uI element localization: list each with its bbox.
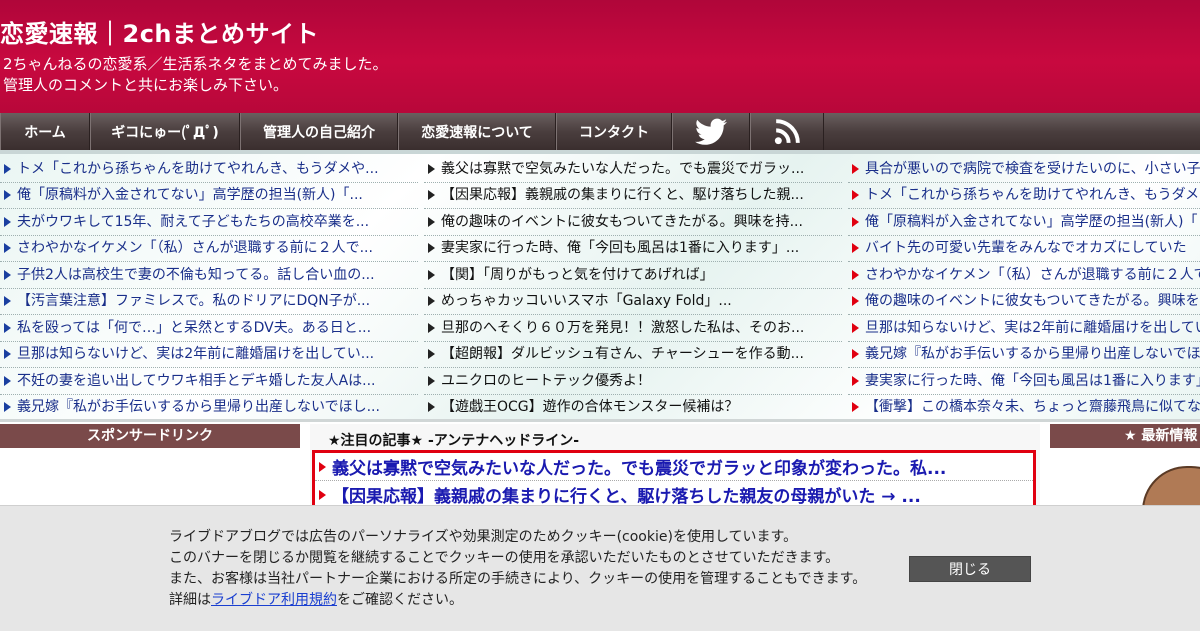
nav-item-home[interactable]: ホーム [0,113,90,150]
arrow-icon [4,322,11,333]
close-button[interactable]: 閉じる [909,556,1031,582]
arrow-icon [852,243,859,254]
arrow-icon [4,216,11,227]
list-item[interactable]: 俺「原稿料が入金されてない」高学歴の担当(新人)「 [848,209,1200,236]
list-item[interactable]: 【衝撃】この橋本奈々未、ちょっと齋藤飛鳥に似てない [848,395,1200,420]
arrow-icon [852,322,859,333]
arrow-icon [428,216,435,227]
nav-item-giko-news[interactable]: ギコにゅー(ﾟДﾟ) [90,113,240,150]
arrow-icon [4,243,11,254]
arrow-icon [4,190,11,201]
list-item[interactable]: 夫がウワキして15年、耐えて子どもたちの高校卒業を... [0,209,418,236]
latest-info-heading: ★ 最新情報 [1050,424,1200,448]
list-item[interactable]: トメ「これから孫ちゃんを助けてやれんき、もうダメや... [0,156,418,183]
arrow-icon [428,296,435,307]
nav-item-rss[interactable] [750,113,824,150]
list-item[interactable]: ユニクロのヒートテック優秀よ！ [424,368,842,395]
list-item[interactable]: 旦那は知らないけど、実は2年前に離婚届けを出してい... [0,342,418,368]
list-item[interactable]: 妻実家に行った時、俺「今回も風呂は1番に入ります」 [848,368,1200,395]
cookie-line-4: 詳細はライブドア利用規約をご確認ください。 [169,592,463,608]
list-item[interactable]: 私を殴っては「何で…」と呆然とするDV夫。ある日と... [0,315,418,342]
list-item[interactable]: 不妊の妻を追い出してウワキ相手とデキ婚した友人Aは... [0,368,418,395]
twitter-icon [695,118,727,145]
nav-item-about-site[interactable]: 恋愛速報について [398,113,556,150]
arrow-icon [4,402,11,413]
arrow-icon [852,296,859,307]
list-item[interactable]: 【超朗報】ダルビッシュ有さん、チャーシューを作る動... [424,342,842,368]
list-item[interactable]: めっちゃカッコいいスマホ「Galaxy Fold」... [424,289,842,315]
arrow-icon [428,269,435,280]
list-item[interactable]: 子供2人は高校生で妻の不倫も知ってる。話し合い血の... [0,262,418,289]
list-item[interactable]: 俺の趣味のイベントに彼女もついてきたがる。興味を持... [424,209,842,236]
list-item[interactable]: 妻実家に行った時、俺「今回も風呂は1番に入ります」... [424,236,842,262]
list-item[interactable]: 【因果応報】義親戚の集まりに行くと、駆け落ちした親... [424,183,842,209]
list-item[interactable]: 旦那のへそくり６０万を発見！！激怒した私は、そのお... [424,315,842,342]
arrow-icon [428,375,435,386]
rss-icon [774,118,800,144]
arrow-icon [852,216,859,227]
antenna-column-1: トメ「これから孫ちゃんを助けてやれんき、もうダメや... 俺「原稿料が入金されて… [0,156,418,420]
site-title[interactable]: 恋愛速報｜2chまとめサイト [0,14,319,49]
arrow-icon [852,349,859,360]
antenna-links: トメ「これから孫ちゃんを助けてやれんき、もうダメや... 俺「原稿料が入金されて… [0,154,1200,422]
featured-item[interactable]: 義父は寡黙で空気みたいな人だった。でも震災でガラッと印象が変わった。私... [315,453,1033,481]
cookie-message: ライブドアブログでは広告のパーソナライズや効果測定のためクッキー(cookie)… [169,527,866,611]
sponsor-links-heading: スポンサードリンク [0,424,300,448]
featured-list: 義父は寡黙で空気みたいな人だった。でも震災でガラッと印象が変わった。私... 【… [312,450,1036,510]
nav-item-about-admin[interactable]: 管理人の自己紹介 [240,113,398,150]
arrow-icon [852,269,859,280]
arrow-icon [4,349,11,360]
nav-item-contact[interactable]: コンタクト [556,113,672,150]
arrow-icon [319,461,326,472]
featured-articles: ★注目の記事★ -アンテナヘッドライン- 義父は寡黙で空気みたいな人だった。でも… [310,424,1040,514]
list-item[interactable]: トメ「これから孫ちゃんを助けてやれんき、もうダメや [848,183,1200,209]
featured-title: ★注目の記事★ -アンテナヘッドライン- [328,433,580,449]
arrow-icon [319,489,326,500]
list-item[interactable]: さわやかなイケメン「（私）さんが退職する前に２人で [848,262,1200,289]
cookie-line-2: このバナーを閉じるか閲覧を継続することでクッキーの使用を承認いただいたものとさせ… [169,550,840,566]
list-item[interactable]: 【遊戯王OCG】遊作の合体モンスター候補は？ [424,395,842,420]
site-description-line-2: 管理人のコメントと共にお楽しみ下さい。 [3,76,289,94]
arrow-icon [428,243,435,254]
list-item[interactable]: 義父は寡黙で空気みたいな人だった。でも震災でガラッ... [424,156,842,183]
arrow-icon [428,322,435,333]
arrow-icon [428,402,435,413]
site-description-line-1: 2ちゃんねるの恋愛系／生活系ネタをまとめてみました。 [3,55,388,73]
arrow-icon [428,163,435,174]
nav-item-twitter[interactable] [672,113,750,150]
arrow-icon [4,375,11,386]
arrow-icon [4,296,11,307]
list-item[interactable]: 俺の趣味のイベントに彼女もついてきたがる。興味を持 [848,289,1200,315]
arrow-icon [852,190,859,201]
arrow-icon [4,269,11,280]
list-item[interactable]: 義兄嫁『私がお手伝いするから里帰り出産しないでほし... [0,395,418,420]
list-item[interactable]: さわやかなイケメン「（私）さんが退職する前に２人で... [0,236,418,262]
cookie-banner: ライブドアブログでは広告のパーソナライズや効果測定のためクッキー(cookie)… [0,505,1200,631]
cookie-line-3: また、お客様は当社パートナー企業における所定の手続きにより、クッキーの使用を管理… [169,571,867,587]
arrow-icon [4,163,11,174]
arrow-icon [852,402,859,413]
arrow-icon [852,375,859,386]
list-item[interactable]: 【関】「周りがもっと気を付けてあげれば」 [424,262,842,289]
antenna-column-2: 義父は寡黙で空気みたいな人だった。でも震災でガラッ... 【因果応報】義親戚の集… [424,156,842,420]
cookie-line-1: ライブドアブログでは広告のパーソナライズや効果測定のためクッキー(cookie)… [169,529,798,545]
arrow-icon [428,190,435,201]
list-item[interactable]: 【汚言葉注意】ファミレスで。私のドリアにDQN子が... [0,289,418,315]
main-nav: ホーム ギコにゅー(ﾟДﾟ) 管理人の自己紹介 恋愛速報について コンタクト [0,113,1200,154]
site-description: 2ちゃんねるの恋愛系／生活系ネタをまとめてみました。 管理人のコメントと共にお楽… [3,54,388,96]
list-item[interactable]: 旦那は知らないけど、実は2年前に離婚届けを出してい [848,315,1200,342]
arrow-icon [852,163,859,174]
antenna-column-3: 具合が悪いので病院で検査を受けたいのに、小さい子が トメ「これから孫ちゃんを助け… [848,156,1200,420]
list-item[interactable]: 義兄嫁『私がお手伝いするから里帰り出産しないでほし [848,342,1200,368]
list-item[interactable]: 俺「原稿料が入金されてない」高学歴の担当(新人)「... [0,183,418,209]
arrow-icon [428,349,435,360]
terms-link[interactable]: ライブドア利用規約 [211,592,337,608]
list-item[interactable]: バイト先の可愛い先輩をみんなでオカズにしていた [848,236,1200,262]
site-header: 恋愛速報｜2chまとめサイト 2ちゃんねるの恋愛系／生活系ネタをまとめてみました… [0,0,1200,113]
list-item[interactable]: 具合が悪いので病院で検査を受けたいのに、小さい子が [848,156,1200,183]
